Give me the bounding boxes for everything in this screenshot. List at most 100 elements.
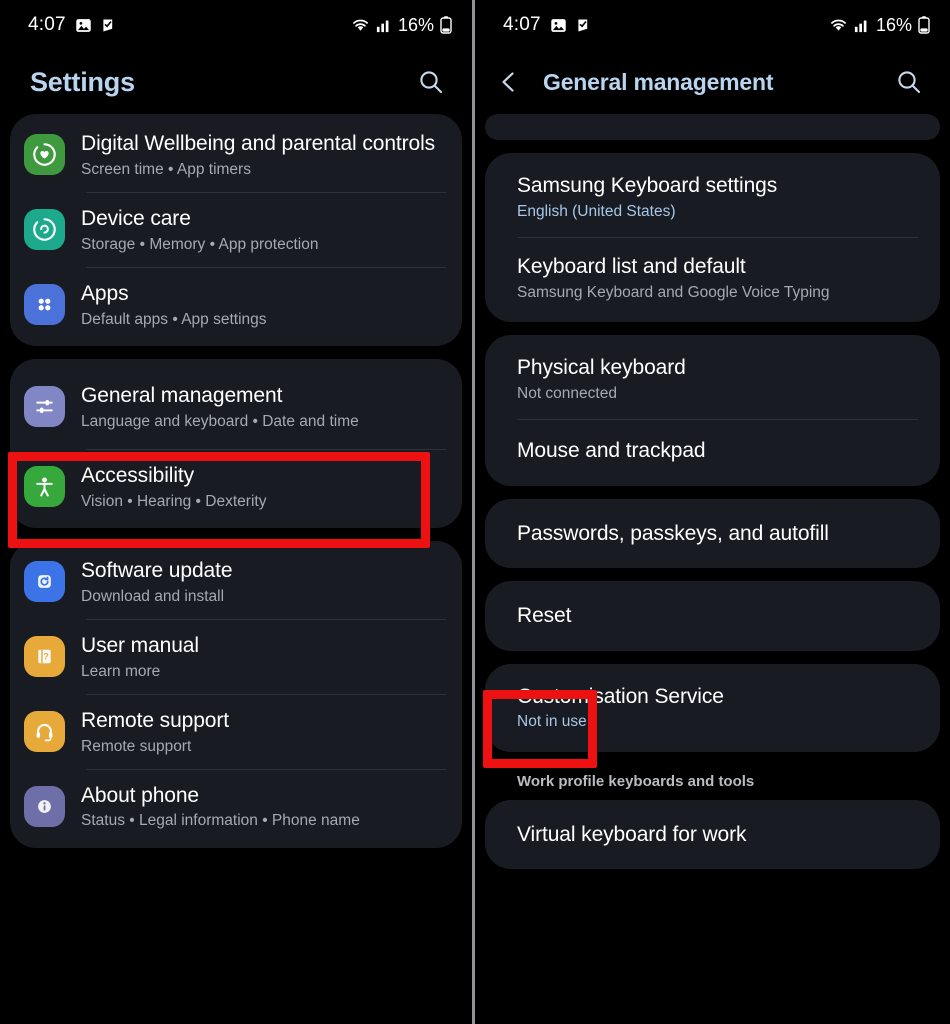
list-item-user-manual[interactable]: ? User manual Learn more — [10, 620, 462, 694]
gallery-icon — [75, 17, 92, 34]
user-manual-icon: ? — [24, 636, 65, 678]
list-item-text: Accessibility Vision • Hearing • Dexteri… — [81, 463, 446, 511]
status-bar-right: 4:07 16% — [475, 0, 950, 50]
list-item-text: Remote support Remote support — [81, 708, 446, 756]
list-item-subtitle: Samsung Keyboard and Google Voice Typing — [517, 283, 830, 301]
right-phone-screen: 4:07 16% General management Samsung Keyb… — [475, 0, 950, 1024]
app-badge-icon — [101, 17, 117, 34]
list-item-title: Apps — [81, 281, 129, 305]
battery-percent: 16% — [397, 14, 434, 35]
left-settings-list[interactable]: Digital Wellbeing and parental controls … — [0, 114, 472, 848]
list-item-text: Customisation Service Not in use — [517, 684, 918, 732]
list-item-title: Remote support — [81, 708, 230, 732]
list-item-text: User manual Learn more — [81, 633, 446, 681]
list-item-title: Accessibility — [81, 463, 195, 487]
list-item-text: Mouse and trackpad — [517, 438, 918, 464]
sliders-icon — [24, 386, 65, 428]
battery-icon — [918, 16, 930, 34]
list-item-title: Reset — [517, 604, 572, 628]
wifi-icon — [351, 17, 370, 33]
list-item-software-update[interactable]: Software update Download and install — [10, 545, 462, 619]
list-item-subtitle: Storage • Memory • App protection — [81, 235, 319, 253]
list-item-text: About phone Status • Legal information •… — [81, 783, 446, 831]
search-icon[interactable] — [412, 63, 450, 101]
list-item-general-management[interactable]: General management Language and keyboard… — [10, 363, 462, 449]
list-item-title: Digital Wellbeing and parental controls — [81, 132, 436, 155]
list-item-title: Mouse and trackpad — [517, 438, 706, 462]
software-update-icon — [24, 561, 65, 603]
list-item-subtitle: Learn more — [81, 662, 161, 680]
list-item-subtitle: Default apps • App settings — [81, 310, 267, 328]
page-title: General management — [543, 68, 774, 95]
list-item-text: Passwords, passkeys, and autofill — [517, 521, 918, 547]
list-item-text: Software update Download and install — [81, 558, 446, 606]
list-item-text: Samsung Keyboard settings English (Unite… — [517, 173, 918, 221]
settings-group: Digital Wellbeing and parental controls … — [10, 114, 462, 346]
list-item-title: General management — [81, 383, 283, 407]
general-management-list[interactable]: Samsung Keyboard settings English (Unite… — [475, 114, 950, 870]
list-item-title: Physical keyboard — [517, 355, 686, 379]
battery-icon — [440, 16, 452, 34]
list-item-virtual-keyboard-for-work[interactable]: Virtual keyboard for work — [485, 804, 940, 866]
status-time: 4:07 — [28, 14, 66, 35]
settings-group: Samsung Keyboard settings English (Unite… — [485, 153, 940, 322]
accessibility-icon — [24, 466, 65, 508]
list-item-physical-keyboard[interactable]: Physical keyboard Not connected — [485, 339, 940, 419]
list-item-apps[interactable]: Apps Default apps • App settings — [10, 268, 462, 342]
status-bar-left-group: 4:07 — [503, 14, 592, 36]
info-icon — [24, 786, 65, 828]
list-item-title: Samsung Keyboard settings — [517, 174, 778, 197]
list-item-title: Keyboard list and default — [517, 254, 746, 278]
list-item-device-care[interactable]: Device care Storage • Memory • App prote… — [10, 193, 462, 267]
headset-icon — [24, 711, 65, 753]
screenshot-root: 4:07 16% Settings Digital Wellbeing and … — [0, 0, 950, 1024]
list-item-accessibility[interactable]: Accessibility Vision • Hearing • Dexteri… — [10, 450, 462, 524]
list-item-subtitle: Screen time • App timers — [81, 160, 251, 178]
settings-group: Software update Download and install ? U… — [10, 540, 462, 848]
status-bar-right-group: 16% — [829, 15, 930, 36]
list-item-samsung-keyboard-settings[interactable]: Samsung Keyboard settings English (Unite… — [485, 157, 940, 237]
battery-percent: 16% — [875, 14, 912, 35]
list-item-about-phone[interactable]: About phone Status • Legal information •… — [10, 770, 462, 844]
list-item-title: Passwords, passkeys, and autofill — [517, 521, 829, 545]
partial-card-top[interactable] — [485, 114, 940, 140]
list-item-title: Virtual keyboard for work — [517, 822, 747, 846]
list-item-text: Physical keyboard Not connected — [517, 355, 918, 403]
svg-text:?: ? — [43, 652, 49, 662]
gallery-icon — [550, 17, 567, 34]
device-care-icon — [24, 209, 65, 251]
section-header-work-profile: Work profile keyboards and tools — [517, 772, 755, 790]
search-icon[interactable] — [890, 63, 928, 101]
list-item-remote-support[interactable]: Remote support Remote support — [10, 695, 462, 769]
list-item-subtitle: English (United States) — [517, 202, 676, 220]
status-time: 4:07 — [503, 14, 541, 35]
list-item-text: Apps Default apps • App settings — [81, 281, 446, 329]
list-item-title: Customisation Service — [517, 684, 724, 708]
list-item-subtitle: Not connected — [517, 384, 617, 402]
list-item-text: Keyboard list and default Samsung Keyboa… — [517, 254, 918, 302]
status-bar-left-group: 4:07 — [28, 14, 117, 36]
list-item-text: Device care Storage • Memory • App prote… — [81, 206, 446, 254]
list-item-reset[interactable]: Reset — [485, 585, 940, 647]
settings-group: Virtual keyboard for work — [485, 799, 940, 870]
status-bar-right-group: 16% — [351, 15, 452, 36]
list-item-passwords-passkeys-autofill[interactable]: Passwords, passkeys, and autofill — [485, 503, 940, 565]
list-item-subtitle: Vision • Hearing • Dexterity — [81, 492, 267, 510]
list-item-text: Virtual keyboard for work — [517, 822, 918, 848]
left-phone-screen: 4:07 16% Settings Digital Wellbeing and … — [0, 0, 475, 1024]
chevron-left-icon[interactable] — [489, 62, 529, 102]
app-badge-icon — [576, 17, 592, 34]
list-item-digital-wellbeing[interactable]: Digital Wellbeing and parental controls … — [10, 118, 462, 192]
list-item-text: Reset — [517, 603, 918, 629]
list-item-keyboard-list-and-default[interactable]: Keyboard list and default Samsung Keyboa… — [485, 238, 940, 318]
list-item-title: User manual — [81, 633, 199, 657]
list-item-subtitle: Not in use — [517, 713, 587, 731]
apps-icon — [24, 284, 65, 326]
right-header: General management — [475, 50, 950, 114]
list-item-subtitle: Status • Legal information • Phone name — [81, 812, 360, 830]
digital-wellbeing-icon — [24, 134, 65, 176]
list-item-subtitle: Download and install — [81, 587, 225, 605]
list-item-mouse-and-trackpad[interactable]: Mouse and trackpad — [485, 420, 940, 482]
list-item-customisation-service[interactable]: Customisation Service Not in use — [485, 668, 940, 748]
list-item-title: Software update — [81, 558, 233, 582]
